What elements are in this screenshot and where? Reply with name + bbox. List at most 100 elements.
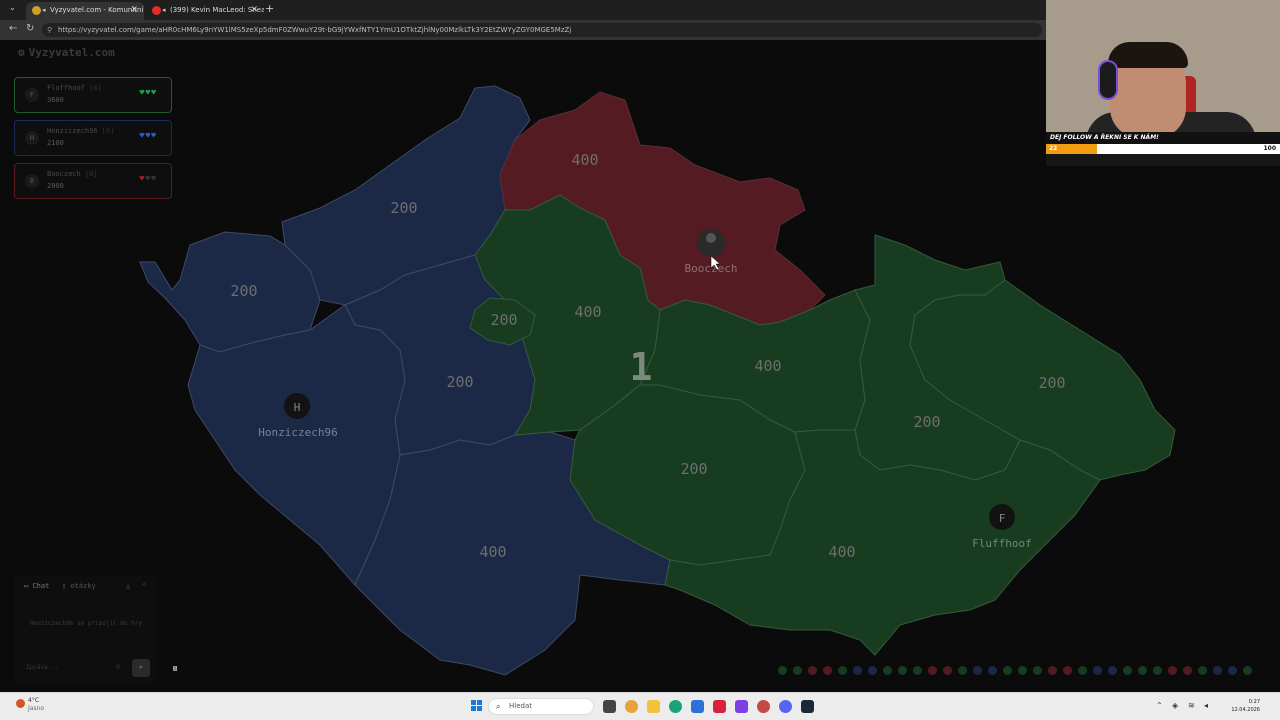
indicator-dot bbox=[1108, 666, 1117, 675]
tab-youtube[interactable]: ◂ (399) Kevin MacLeod: Sneaky ✕ bbox=[146, 2, 264, 20]
site-info-icon[interactable]: ⚲ bbox=[47, 23, 52, 37]
indicator-dot bbox=[853, 666, 862, 675]
edge-icon[interactable] bbox=[669, 700, 682, 713]
indicator-dot bbox=[1183, 666, 1192, 675]
indicator-dot bbox=[1123, 666, 1132, 675]
indicator-dot bbox=[823, 666, 832, 675]
tab-vyzyvatel[interactable]: ◂ Vyzyvatel.com - Komunitní vě ✕ bbox=[26, 2, 144, 20]
tab-questions[interactable]: ▯ otázky bbox=[62, 582, 96, 590]
region-value: 200 bbox=[680, 460, 707, 478]
url-field[interactable]: ⚲ https://vyzyvatel.com/game/aHR0cHM6Ly9… bbox=[42, 23, 1042, 37]
close-tab-icon[interactable]: ✕ bbox=[130, 2, 138, 18]
new-tab-button[interactable]: + bbox=[265, 2, 274, 15]
follow-banner: DEJ FOLLOW A ŘEKNI SE K NÁM! bbox=[1046, 132, 1280, 144]
region-value: 200 bbox=[230, 282, 257, 300]
region-value: 200 bbox=[490, 311, 517, 329]
system-tray: ⌃ ◈ ≋ ◂ bbox=[1150, 697, 1280, 717]
clock-time: 0:27 bbox=[1248, 699, 1260, 705]
base-name: Honziczech96 bbox=[258, 426, 337, 439]
indicator-dot bbox=[778, 666, 787, 675]
region-value: 400 bbox=[574, 303, 601, 321]
taskbar-search[interactable]: ⌕ Hledat bbox=[488, 698, 594, 715]
follower-goal-bar: 22 100 bbox=[1046, 144, 1280, 154]
indicator-dot bbox=[913, 666, 922, 675]
region-value: 400 bbox=[479, 543, 506, 561]
youtube-favicon-icon bbox=[152, 6, 161, 15]
chat-bubble-icon: ▭ bbox=[24, 582, 29, 590]
indicator-dot bbox=[973, 666, 982, 675]
discord-icon[interactable] bbox=[779, 700, 792, 713]
task-view-icon[interactable] bbox=[603, 700, 616, 713]
indicator-dot bbox=[898, 666, 907, 675]
indicator-dot bbox=[1138, 666, 1147, 675]
list-icon: ▯ bbox=[62, 582, 67, 590]
windows-start-icon[interactable] bbox=[471, 700, 483, 712]
chat-input[interactable]: Zpráva... bbox=[22, 661, 124, 675]
chrome-icon[interactable] bbox=[625, 700, 638, 713]
indicator-dot bbox=[808, 666, 817, 675]
network-icon[interactable]: ◈ bbox=[1172, 701, 1178, 710]
indicator-dot bbox=[1153, 666, 1162, 675]
region-value: 400 bbox=[754, 357, 781, 375]
search-icon: ⌕ bbox=[496, 702, 501, 711]
file-explorer-icon[interactable] bbox=[647, 700, 660, 713]
vyzyvatel-favicon-icon bbox=[32, 6, 41, 15]
base-initial: F bbox=[999, 512, 1006, 525]
speaker-icon: ◂ bbox=[42, 6, 46, 14]
emoji-icon[interactable]: ☺ bbox=[116, 663, 120, 671]
weather-temp: 4°C bbox=[28, 697, 40, 704]
indicator-dot bbox=[1198, 666, 1207, 675]
indicator-dot bbox=[1078, 666, 1087, 675]
region-value: 200 bbox=[1038, 374, 1065, 392]
tab-list-chevron-icon[interactable]: ⌄ bbox=[9, 3, 16, 12]
indicator-dot bbox=[1213, 666, 1222, 675]
indicator-dot bbox=[1018, 666, 1027, 675]
url-text: https://vyzyvatel.com/game/aHR0cHM6Ly9nY… bbox=[58, 26, 572, 34]
tray-chevron-icon[interactable]: ⌃ bbox=[1156, 701, 1163, 710]
indicator-dot bbox=[793, 666, 802, 675]
store-icon[interactable] bbox=[691, 700, 704, 713]
indicator-dot bbox=[958, 666, 967, 675]
youtube-app-icon[interactable] bbox=[713, 700, 726, 713]
chat-message: Honziczech96 se připojil do hry bbox=[30, 620, 142, 627]
wifi-icon[interactable]: ≋ bbox=[1188, 701, 1195, 710]
webcam-bottom-strip bbox=[1046, 154, 1280, 166]
indicator-dot bbox=[1243, 666, 1252, 675]
volume-icon[interactable]: ◂ bbox=[1204, 701, 1208, 710]
headphones-icon bbox=[1098, 60, 1118, 100]
taskbar-clock[interactable]: 0:27 12.04.2026 bbox=[1228, 698, 1260, 714]
steam-icon[interactable] bbox=[801, 700, 814, 713]
region-value: 200 bbox=[446, 373, 473, 391]
pause-button[interactable]: ⏸ bbox=[168, 660, 182, 676]
search-placeholder: Hledat bbox=[509, 702, 532, 710]
indicator-dot bbox=[1048, 666, 1057, 675]
indicator-dot bbox=[943, 666, 952, 675]
base-name: Fluffhoof bbox=[972, 537, 1032, 550]
weather-icon bbox=[16, 699, 25, 708]
webcam-overlay: DEJ FOLLOW A ŘEKNI SE K NÁM! 22 100 bbox=[1046, 0, 1280, 166]
region-value: 200 bbox=[913, 413, 940, 431]
indicator-dot bbox=[1228, 666, 1237, 675]
indicator-dot bbox=[928, 666, 937, 675]
chat-panel: ▭ Chat ▯ otázky ◬ ⌃ Honziczech96 se přip… bbox=[14, 575, 156, 683]
obs-icon[interactable] bbox=[757, 700, 770, 713]
reload-icon[interactable]: ↻ bbox=[26, 23, 34, 34]
send-button[interactable]: ➤ bbox=[132, 659, 150, 677]
back-arrow-icon[interactable]: ← bbox=[9, 23, 17, 34]
goal-current: 22 bbox=[1049, 145, 1058, 152]
indicator-dot bbox=[868, 666, 877, 675]
bell-icon[interactable]: ◬ bbox=[126, 582, 130, 590]
streamer-hair bbox=[1108, 42, 1188, 68]
indicator-dot bbox=[1033, 666, 1042, 675]
twitch-icon[interactable] bbox=[735, 700, 748, 713]
indicator-dot bbox=[1003, 666, 1012, 675]
windows-taskbar: 4°C Jasno ⌕ Hledat ⌃ ◈ ≋ ◂ 0:27 12.04.20… bbox=[0, 692, 1280, 720]
tab-chat[interactable]: ▭ Chat bbox=[24, 582, 49, 590]
indicator-dot bbox=[1093, 666, 1102, 675]
weather-desc: Jasno bbox=[28, 705, 45, 712]
collapse-chevron-icon[interactable]: ⌃ bbox=[142, 582, 146, 590]
indicator-dot bbox=[988, 666, 997, 675]
close-tab-icon[interactable]: ✕ bbox=[250, 2, 258, 18]
clock-date: 12.04.2026 bbox=[1231, 707, 1260, 713]
speaker-icon: ◂ bbox=[162, 6, 166, 14]
